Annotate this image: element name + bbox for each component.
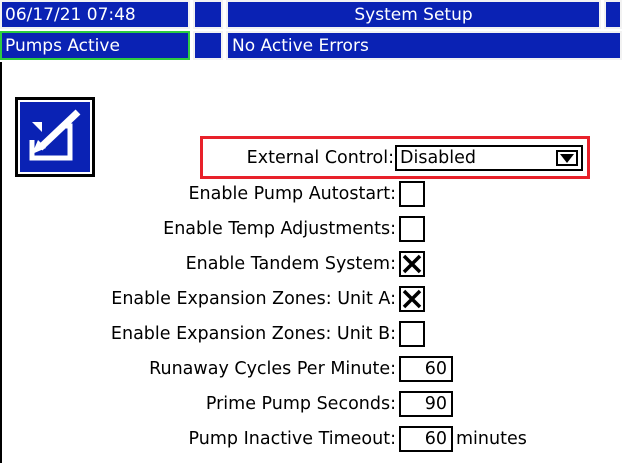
prime-seconds-field[interactable]: 90 [399, 391, 453, 417]
temp-adjustments-checkbox[interactable] [399, 216, 425, 242]
edit-pencil-icon [29, 109, 81, 161]
inactive-timeout-field[interactable]: 60 [399, 426, 453, 452]
inactive-timeout-unit: minutes [456, 429, 527, 449]
triangle-down-icon [556, 150, 578, 166]
header-indicator [193, 0, 223, 29]
runaway-cycles-label: Runaway Cycles Per Minute: [149, 359, 396, 379]
expansion-b-label: Enable Expansion Zones: Unit B: [110, 324, 396, 344]
inactive-timeout-label: Pump Inactive Timeout: [188, 429, 396, 449]
error-status: No Active Errors [226, 31, 622, 60]
pump-autostart-checkbox[interactable] [399, 181, 425, 207]
runaway-cycles-field[interactable]: 60 [399, 356, 453, 382]
left-border [0, 62, 2, 463]
external-control-value: Disabled [400, 148, 477, 168]
tandem-system-label: Enable Tandem System: [185, 254, 396, 274]
screen-title: System Setup [226, 0, 601, 29]
edit-mode-button[interactable] [15, 97, 95, 177]
external-control-label: External Control: [246, 148, 394, 168]
x-mark-icon [402, 289, 422, 309]
temp-adjustments-label: Enable Temp Adjustments: [163, 219, 396, 239]
status-indicator [193, 31, 223, 60]
expansion-a-label: Enable Expansion Zones: Unit A: [111, 289, 396, 309]
datetime-display: 06/17/21 07:48 [0, 0, 190, 29]
expansion-b-checkbox[interactable] [399, 321, 425, 347]
external-control-dropdown[interactable]: Disabled [395, 145, 583, 171]
expansion-a-checkbox[interactable] [399, 286, 425, 312]
tandem-system-checkbox[interactable] [399, 251, 425, 277]
pump-status: Pumps Active [0, 31, 190, 60]
header-indicator-right [604, 0, 622, 29]
prime-seconds-label: Prime Pump Seconds: [205, 394, 396, 414]
x-mark-icon [402, 254, 422, 274]
pump-autostart-label: Enable Pump Autostart: [188, 184, 396, 204]
